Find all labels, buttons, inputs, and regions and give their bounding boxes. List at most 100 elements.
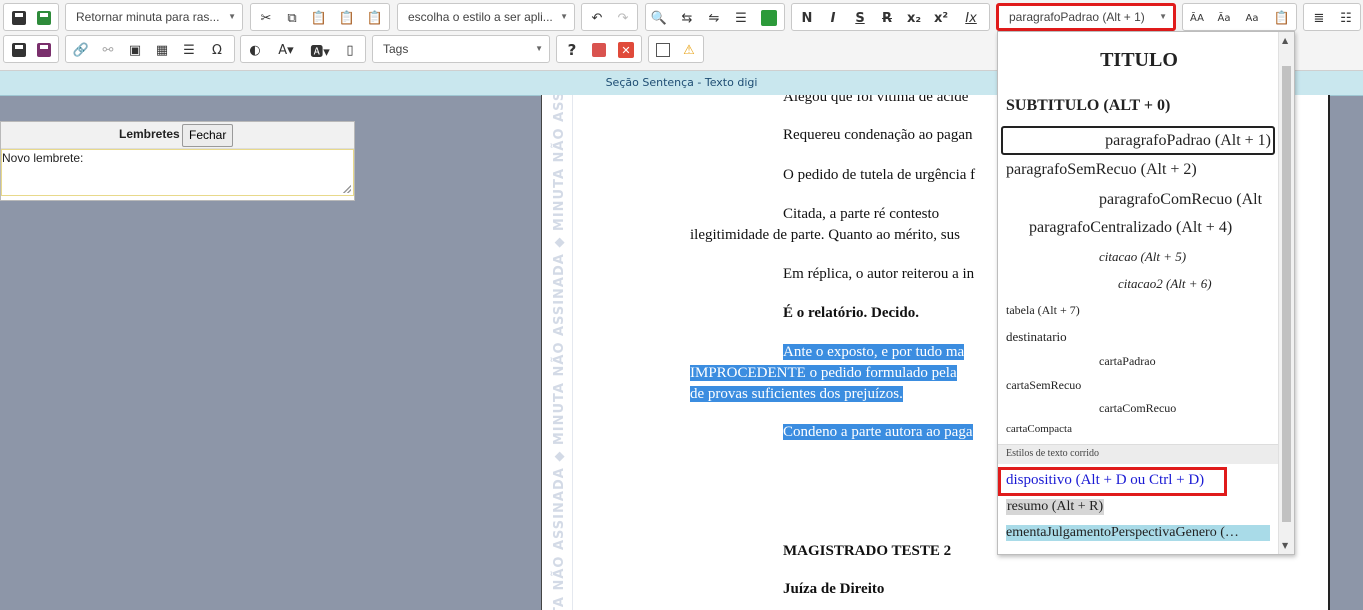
subscript-button[interactable]: x₂ <box>903 7 925 29</box>
paste-button[interactable]: 📋 <box>308 7 330 29</box>
style-option-cartacomrecuo[interactable]: cartaComRecuo <box>1099 401 1176 416</box>
misc-group: ? ✕ <box>556 35 642 63</box>
style-option-subtitulo[interactable]: SUBTITULO (ALT + 0) <box>1006 97 1170 115</box>
bg-color-button[interactable]: 🅰▾ <box>305 39 335 61</box>
replace-icon: ⇆ <box>681 10 693 26</box>
strikethrough-icon: R <box>881 10 892 26</box>
selected-text: Ante o exposto, e por tudo ma <box>783 344 965 360</box>
paste-special-button[interactable]: 📋 <box>1271 7 1293 29</box>
text-color-button[interactable]: A▾ <box>271 39 301 61</box>
image-button[interactable]: ▣ <box>124 39 146 61</box>
style-option-centralizado[interactable]: paragrafoCentralizado (Alt + 4) <box>1029 219 1232 237</box>
redo-icon: ↷ <box>617 10 629 26</box>
save-model-button[interactable] <box>33 39 55 61</box>
new-reminder-input[interactable]: Novo lembrete: <box>1 149 354 196</box>
style-option-titulo[interactable]: TITULO <box>998 49 1280 72</box>
numbered-list-button[interactable]: ≣ <box>1308 7 1330 29</box>
clipboard-icon: 📋 <box>310 10 328 26</box>
uppercase-button[interactable]: ĀA <box>1186 7 1208 29</box>
style-option-citacao2[interactable]: citacao2 (Alt + 6) <box>1118 276 1212 292</box>
save-and-close-button[interactable] <box>33 7 55 29</box>
page-break-button[interactable]: ▯ <box>339 39 361 61</box>
italic-button[interactable]: I <box>822 7 844 29</box>
lowercase-button[interactable]: Āa <box>1213 7 1235 29</box>
paragraph-style-label: paragrafoPadrao (Alt + 1) <box>1009 10 1145 24</box>
bullet-list-button[interactable]: ☷ <box>1335 7 1357 29</box>
mixedcase-button[interactable]: Aa <box>1241 7 1263 29</box>
warning-icon: ⚠ <box>683 42 695 58</box>
cut-button[interactable]: ✂ <box>255 7 277 29</box>
tags-combo[interactable]: Tags ▼ <box>372 35 550 63</box>
scissors-icon: ✂ <box>260 10 272 26</box>
style-section-header: Estilos de texto corrido <box>998 444 1280 464</box>
clipboard-icon: 📋 <box>1273 10 1291 26</box>
preview-button[interactable] <box>652 39 674 61</box>
unlink-button[interactable]: ⚯ <box>97 39 119 61</box>
style-option-cartapadrao[interactable]: cartaPadrao <box>1099 354 1156 369</box>
style-option-comrecuo[interactable]: paragrafoComRecuo (Alt <box>1099 191 1262 209</box>
scrollbar-thumb[interactable] <box>1282 66 1291 522</box>
dropdown-scrollbar[interactable]: ▲ ▼ <box>1278 32 1294 554</box>
style-option-resumo[interactable]: resumo (Alt + R) <box>1006 499 1105 515</box>
style-option-tabela[interactable]: tabela (Alt + 7) <box>1006 303 1080 318</box>
style-option-cartasemrecuo[interactable]: cartaSemRecuo <box>1006 378 1081 393</box>
paragraph-style-combo[interactable]: paragrafoPadrao (Alt + 1) ▼ <box>996 3 1176 31</box>
style-combo[interactable]: escolha o estilo a ser apli... ▼ <box>397 3 575 31</box>
bold-button[interactable]: N <box>796 7 818 29</box>
insert-group: 🔗 ⚯ ▣ ▦ ☰ Ω <box>65 35 235 63</box>
undo-button[interactable]: ↶ <box>586 7 608 29</box>
unlink-icon: ⚯ <box>102 42 114 58</box>
resize-grip-icon[interactable] <box>343 185 351 193</box>
spellcheck-button[interactable] <box>758 7 780 29</box>
link-button[interactable]: 🔗 <box>70 39 92 61</box>
style-option-ementa[interactable]: ementaJulgamentoPerspectivaGenero (… <box>1006 525 1270 541</box>
paste-word-button[interactable]: 📋 <box>364 7 386 29</box>
close-icon: ✕ <box>618 42 634 58</box>
select-all-icon: ☰ <box>735 10 747 26</box>
help-button[interactable]: ? <box>561 39 583 61</box>
replace-button[interactable]: ⇆ <box>676 7 698 29</box>
table-icon: ▦ <box>155 42 169 58</box>
undo-icon: ↶ <box>591 10 603 26</box>
style-option-cartacompacta[interactable]: cartaCompacta <box>1006 423 1072 435</box>
strike-button[interactable]: R <box>876 7 898 29</box>
table-button[interactable]: ▦ <box>151 39 173 61</box>
copy-button[interactable]: ⧉ <box>281 7 303 29</box>
scroll-up-icon[interactable]: ▲ <box>1282 36 1288 45</box>
save-as-button[interactable] <box>8 39 30 61</box>
redo-button[interactable]: ↷ <box>612 7 634 29</box>
superscript-button[interactable]: x² <box>930 7 952 29</box>
return-draft-label: Retornar minuta para ras... <box>76 10 220 24</box>
save-purple-icon <box>37 43 51 57</box>
find-button[interactable]: 🔍 <box>648 7 670 29</box>
horizontal-rule-button[interactable]: ☰ <box>178 39 200 61</box>
clipboard-group: ✂ ⧉ 📋 📋 📋 <box>250 3 390 31</box>
replace-all-button[interactable]: ⇋ <box>703 7 725 29</box>
underline-button[interactable]: S <box>849 7 871 29</box>
clipboard-word-icon: 📋 <box>366 10 384 26</box>
warning-button[interactable]: ⚠ <box>678 39 700 61</box>
special-char-button[interactable]: Ω <box>206 39 228 61</box>
select-all-button[interactable]: ☰ <box>730 7 752 29</box>
selected-text: de provas suficientes dos prejuízos. <box>690 386 903 402</box>
close-editor-button[interactable]: ✕ <box>615 39 637 61</box>
return-draft-combo[interactable]: Retornar minuta para ras... ▼ <box>65 3 243 31</box>
reminders-close-button[interactable]: Fechar <box>182 124 234 147</box>
page-break-icon: ▯ <box>346 42 354 58</box>
remove-format-button[interactable]: Ix <box>960 7 982 29</box>
remove-format-icon: Ix <box>965 10 977 26</box>
contrast-button[interactable]: ◐ <box>244 39 266 61</box>
omega-icon: Ω <box>212 42 222 58</box>
maximize-button[interactable] <box>588 39 610 61</box>
save-button[interactable] <box>8 7 30 29</box>
save-green-icon <box>37 11 51 25</box>
paste-text-button[interactable]: 📋 <box>336 7 358 29</box>
scroll-down-icon[interactable]: ▼ <box>1282 541 1288 550</box>
style-option-citacao[interactable]: citacao (Alt + 5) <box>1099 249 1186 265</box>
style-option-padrao-box[interactable]: paragrafoPadrao (Alt + 1) <box>1001 126 1275 155</box>
style-option-destinatario[interactable]: destinatario <box>1006 329 1067 345</box>
style-option-semrecuo[interactable]: paragrafoSemRecuo (Alt + 2) <box>1006 161 1197 179</box>
paragraph-style-dropdown: TITULO SUBTITULO (ALT + 0) paragrafoPadr… <box>997 31 1295 555</box>
selected-text: IMPROCEDENTE o pedido formulado pela <box>690 365 957 381</box>
lowercase-icon: Āa <box>1217 12 1231 24</box>
